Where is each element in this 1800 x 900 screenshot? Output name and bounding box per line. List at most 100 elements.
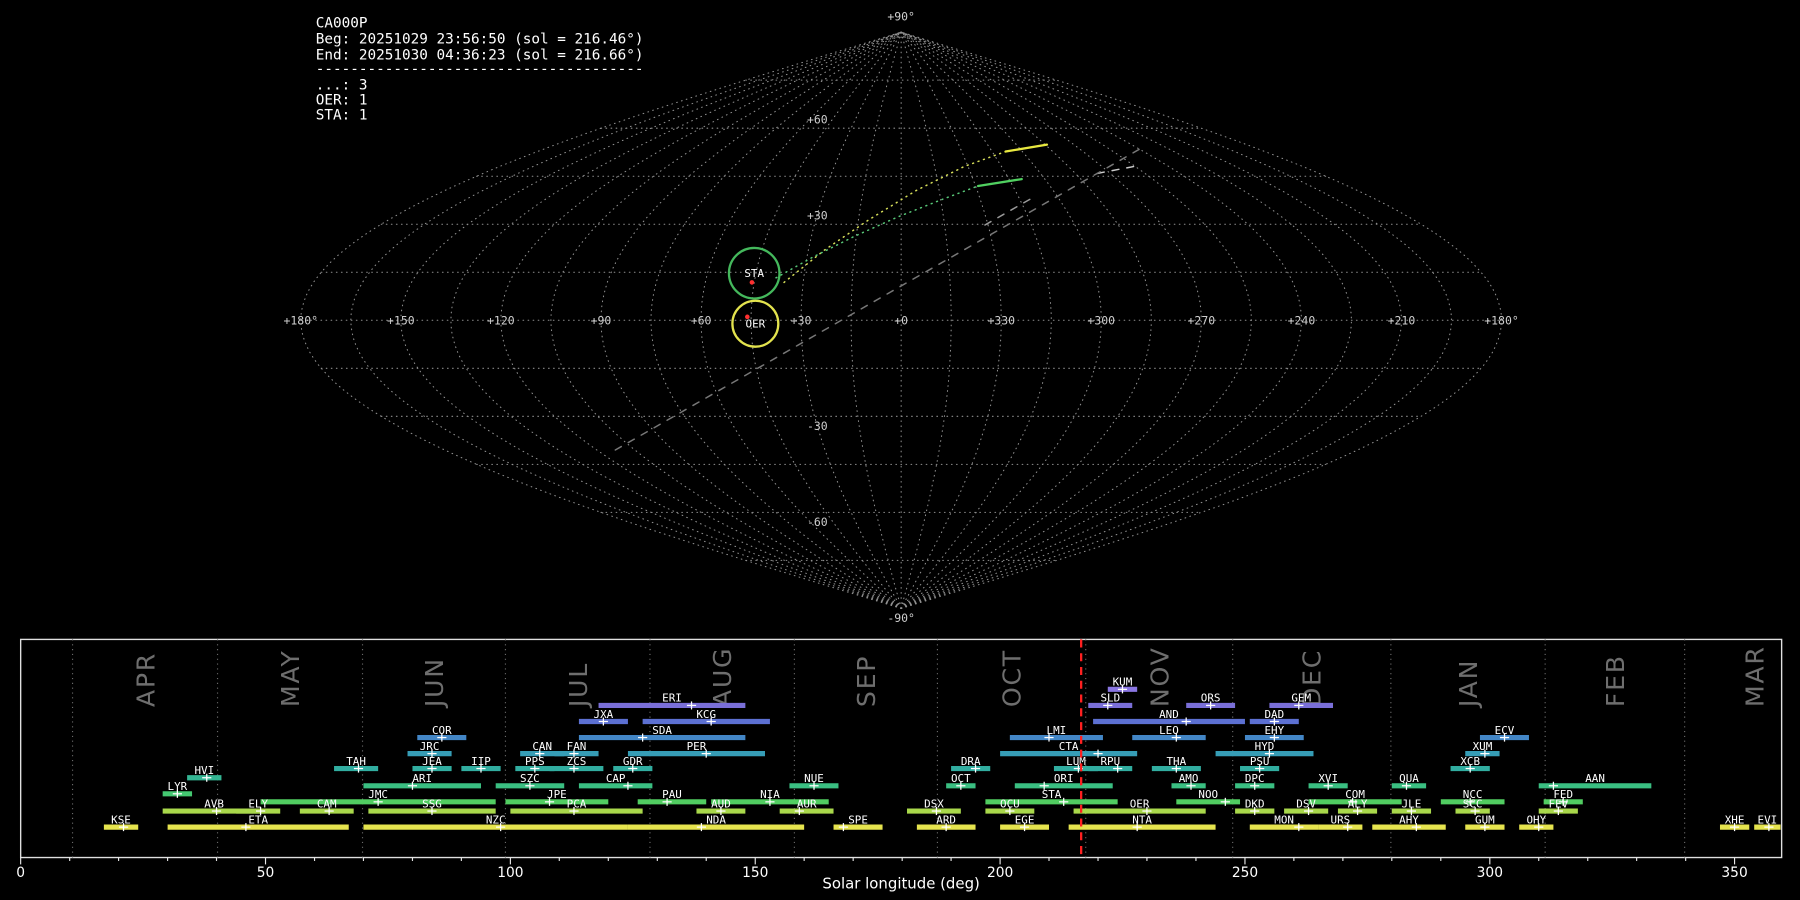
meteor-plot-canvas: STA OER +90° -90° +180° +150 +120 +90 +60 +30 +… bbox=[16, 10, 1783, 893]
shower-label-dad: DAD bbox=[1265, 708, 1285, 721]
shower-label-qua: QUA bbox=[1399, 772, 1419, 785]
x-tick-label: 100 bbox=[497, 865, 523, 881]
month-label-oct: OCT bbox=[998, 649, 1027, 707]
shower-label-lmi: LMI bbox=[1047, 724, 1067, 737]
lon-label: +0 bbox=[894, 313, 908, 327]
shower-label-gum: GUM bbox=[1475, 813, 1495, 826]
shower-label-xcb: XCB bbox=[1460, 755, 1480, 768]
month-label-apr: APR bbox=[131, 652, 160, 707]
shower-label-psu: PSU bbox=[1250, 755, 1270, 768]
shower-label-nda: NDA bbox=[706, 813, 726, 826]
ecliptic-line bbox=[614, 146, 1145, 451]
shower-label-tah: TAH bbox=[346, 755, 366, 768]
lon-label: +180° bbox=[283, 313, 318, 327]
x-tick-label: 0 bbox=[16, 865, 25, 881]
shower-label-sda: SDA bbox=[652, 724, 672, 737]
trail-oer-meteor bbox=[1004, 143, 1049, 153]
lon-label: +30 bbox=[791, 313, 812, 327]
month-label-jun: JUN bbox=[420, 657, 449, 709]
lon-label: +90 bbox=[591, 313, 612, 327]
shower-label-iip: IIP bbox=[471, 755, 491, 768]
shower-label-cta: CTA bbox=[1059, 740, 1079, 753]
shower-label-fev: FEV bbox=[1549, 797, 1569, 810]
meridian-line bbox=[900, 31, 1202, 609]
month-label-feb: FEB bbox=[1601, 654, 1630, 707]
shower-label-nue: NUE bbox=[804, 772, 824, 785]
shower-label-jxa: JXA bbox=[594, 708, 614, 721]
shower-label-scc: SCC bbox=[1463, 797, 1483, 810]
timeline-panel: APR MAY JUN JUL AUG SEP OCT NOV DEC JAN FEB MAR KUM… bbox=[16, 638, 1783, 893]
shower-label-leo: LEO bbox=[1159, 724, 1179, 737]
shower-label-fan: FAN bbox=[567, 740, 587, 753]
shower-label-urs: URS bbox=[1331, 813, 1351, 826]
shower-label-pau: PAU bbox=[662, 788, 682, 801]
shower-label-zcs: ZCS bbox=[567, 755, 587, 768]
lon-label: +150 bbox=[387, 313, 415, 327]
lon-label: +210 bbox=[1388, 313, 1416, 327]
shower-label-aud: AUD bbox=[711, 797, 731, 810]
month-label-mar: MAR bbox=[1740, 645, 1769, 707]
shower-label-ahy: AHY bbox=[1399, 813, 1419, 826]
shower-label-kcg: KCG bbox=[696, 708, 716, 721]
x-axis-title: Solar longitude (deg) bbox=[822, 875, 979, 893]
pole-label-north: +90° bbox=[887, 10, 915, 24]
shower-label-spe: SPE bbox=[848, 813, 868, 826]
shower-label-hyd: HYD bbox=[1255, 740, 1275, 753]
shower-label-nzc: NZC bbox=[486, 813, 506, 826]
observation-info-block: CA000P Beg: 20251029 23:56:50 (sol = 216… bbox=[316, 16, 644, 124]
lon-label: +240 bbox=[1288, 313, 1316, 327]
shower-label-ehy: EHY bbox=[1265, 724, 1285, 737]
x-tick-label: 250 bbox=[1232, 865, 1258, 881]
timeline-shower-bars: KUM ERI SLD ORS GEM JXA KCG AND DAD COR SDA LMI LEO E… bbox=[103, 676, 1781, 832]
lon-label: +330 bbox=[987, 313, 1015, 327]
shower-label-ohy: OHY bbox=[1526, 813, 1546, 826]
shower-label-xhe: XHE bbox=[1725, 813, 1745, 826]
radiant-label-oer: OER bbox=[746, 318, 766, 331]
shower-label-ely: ELY bbox=[248, 797, 268, 810]
month-label-may: MAY bbox=[276, 649, 305, 707]
shower-label-jea: JEA bbox=[422, 755, 442, 768]
meridian-line bbox=[900, 31, 952, 609]
shower-label-gem: GEM bbox=[1291, 692, 1311, 705]
shower-label-jle: JLE bbox=[1402, 797, 1422, 810]
shower-label-eta: ETA bbox=[248, 813, 268, 826]
shower-label-and: AND bbox=[1159, 708, 1179, 721]
shower-label-nta: NTA bbox=[1132, 813, 1152, 826]
shower-label-ori: ORI bbox=[1054, 772, 1074, 785]
shower-label-cor: COR bbox=[432, 724, 452, 737]
shower-label-jpe: JPE bbox=[547, 788, 567, 801]
shower-label-cam: CAM bbox=[317, 797, 337, 810]
shower-label-eri: ERI bbox=[662, 692, 682, 705]
skymap-trails bbox=[614, 143, 1145, 451]
lon-label: +300 bbox=[1087, 313, 1115, 327]
shower-label-kse: KSE bbox=[111, 813, 131, 826]
count-oer: OER: 1 bbox=[316, 92, 368, 108]
shower-label-aan: AAN bbox=[1585, 772, 1605, 785]
station-code: CA000P bbox=[316, 16, 368, 32]
lon-label: +120 bbox=[487, 313, 515, 327]
shower-label-xum: XUM bbox=[1473, 740, 1493, 753]
month-label-jan: JAN bbox=[1454, 659, 1483, 709]
shower-label-per: PER bbox=[687, 740, 707, 753]
shower-label-nia: NIA bbox=[760, 788, 780, 801]
shower-label-cap: CAP bbox=[606, 772, 626, 785]
count-sta: STA: 1 bbox=[316, 107, 368, 123]
shower-label-dkd: DKD bbox=[1245, 797, 1265, 810]
shower-label-rpu: RPU bbox=[1100, 755, 1120, 768]
x-tick-label: 150 bbox=[742, 865, 768, 881]
shower-label-oct: OCT bbox=[951, 772, 971, 785]
lat-label: -60 bbox=[807, 515, 828, 529]
shower-label-pca: PCA bbox=[567, 797, 587, 810]
shower-label-ecv: ECV bbox=[1495, 724, 1515, 737]
skymap-panel: STA OER +90° -90° +180° +150 +120 +90 +60 +30 +… bbox=[283, 10, 1518, 626]
begin-time-line: Beg: 20251029 23:56:50 (sol = 216.46°) bbox=[316, 32, 644, 48]
count-unassociated: ...: 3 bbox=[316, 78, 368, 94]
shower-label-evi: EVI bbox=[1758, 813, 1778, 826]
shower-label-sld: SLD bbox=[1100, 692, 1120, 705]
shower-label-pps: PPS bbox=[525, 755, 545, 768]
x-tick-label: 200 bbox=[987, 865, 1013, 881]
shower-label-ari: ARI bbox=[412, 772, 432, 785]
radiant-label-sta: STA bbox=[744, 267, 764, 280]
x-tick-label: 350 bbox=[1721, 865, 1747, 881]
shower-label-mon: MON bbox=[1274, 813, 1294, 826]
